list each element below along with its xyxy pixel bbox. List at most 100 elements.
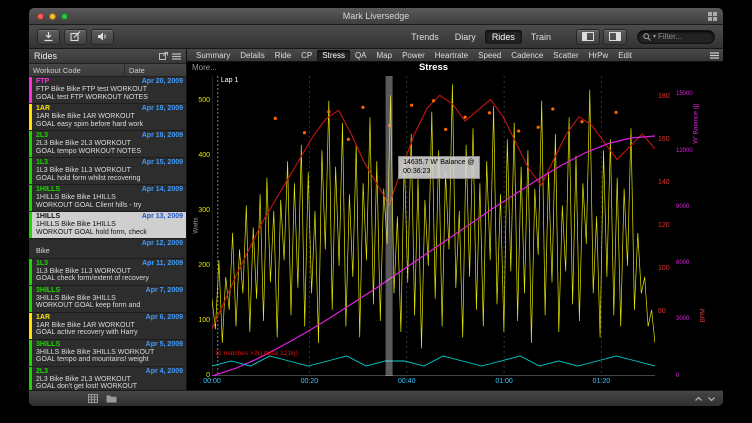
view-tab-rides[interactable]: Rides	[485, 30, 522, 44]
ride-entry[interactable]: 2L3Apr 18, 20092L3 Bike Bike 2L3 WORKOUT…	[29, 131, 186, 158]
analysis-tab-stress[interactable]: Stress	[317, 50, 350, 61]
axis-title-wbal: W' Balance (j)	[693, 94, 700, 154]
sidebar-left-icon	[582, 32, 594, 41]
analysis-tab-speed[interactable]: Speed	[473, 50, 506, 61]
ride-entry[interactable]: 1HILLSApr 14, 20091HILLS Bike Bike 1HILL…	[29, 185, 186, 212]
analysis-tabbar: SummaryDetailsRideCPStressQAMapPowerHear…	[187, 49, 723, 62]
ride-entry[interactable]: 1ARApr 19, 20091AR Bike Bike 1AR WORKOUT…	[29, 104, 186, 131]
power-tick-label: 300	[188, 207, 210, 214]
ride-entry[interactable]: 3HILLSApr 7, 20093HILLS Bike Bike 3HILLS…	[29, 286, 186, 313]
ride-description: FTP Bike Bike FTP test WORKOUT	[36, 86, 183, 94]
view-tab-train[interactable]: Train	[524, 30, 558, 44]
ride-date: Apr 4, 2009	[146, 368, 183, 376]
ride-code: 1HILLS	[36, 186, 60, 194]
toggle-sidebar-button[interactable]	[576, 29, 600, 45]
grid-view-icon[interactable]	[88, 394, 98, 403]
ride-color-bar	[29, 259, 32, 285]
view-tab-trends[interactable]: Trends	[404, 30, 446, 44]
search-scope-caret-icon[interactable]: ▾	[653, 33, 656, 40]
analysis-tab-qa[interactable]: QA	[350, 50, 372, 61]
ride-description: GOAL easy spim before hard work	[36, 121, 183, 129]
plot-canvas[interactable]	[212, 76, 655, 376]
sidebar-popout-icon[interactable]	[159, 52, 168, 60]
analysis-tab-hrpw[interactable]: HrPw	[584, 50, 614, 61]
ride-description: WORKOUT GOAL keep form and	[36, 302, 183, 310]
x-tick-label: 00:40	[392, 378, 422, 385]
column-workout-code[interactable]: Workout Code	[29, 64, 125, 76]
ride-entry[interactable]: 1HILLSApr 13, 20091HILLS Bike Bike 1HILL…	[29, 212, 186, 239]
analysis-tab-cadence[interactable]: Cadence	[506, 50, 548, 61]
download-icon	[43, 31, 54, 42]
sidebar: Rides Workout Code Date FTPApr 20, 2009F…	[29, 49, 187, 390]
ride-date: Apr 5, 2009	[146, 341, 183, 349]
ride-color-bar	[29, 104, 32, 130]
analysis-tab-edit[interactable]: Edit	[613, 50, 637, 61]
toggle-lowbar-button[interactable]	[603, 29, 627, 45]
titlebar[interactable]: Mark Liversedge	[29, 8, 723, 25]
x-tick-label: 01:20	[586, 378, 616, 385]
analysis-tab-cp[interactable]: CP	[296, 50, 317, 61]
sidebar-right-icon	[609, 32, 621, 41]
folder-icon[interactable]	[106, 394, 117, 403]
matches-annotation: 11 matches >2kj (total 121kj)	[215, 350, 298, 357]
toolbar-toggle-icon[interactable]	[708, 12, 717, 21]
filter-input[interactable]	[658, 32, 709, 41]
view-tab-diary[interactable]: Diary	[448, 30, 483, 44]
column-date[interactable]: Date	[125, 66, 186, 75]
window-title: Mark Liversedge	[29, 11, 723, 21]
power-tick-label: 500	[188, 97, 210, 104]
ride-code: 3HILLS	[36, 287, 60, 295]
ride-entry[interactable]: 1ARApr 6, 20091AR Bike Bike 1AR WORKOUTG…	[29, 313, 186, 340]
analysis-tab-details[interactable]: Details	[235, 50, 269, 61]
ride-description: 1L3 Bike Bike 1L3 WORKOUT	[36, 268, 183, 276]
analysis-tab-map[interactable]: Map	[372, 50, 398, 61]
ride-date: Apr 18, 2009	[142, 132, 183, 140]
analysis-tab-heartrate[interactable]: Heartrate	[430, 50, 473, 61]
x-tick-label: 00:00	[197, 378, 227, 385]
ride-code: 2L3	[36, 132, 48, 140]
ride-entry[interactable]: 2L3Apr 4, 20092L3 Bike Bike 2L3 WORKOUTG…	[29, 367, 186, 391]
manual-activity-button[interactable]	[64, 29, 87, 45]
ride-color-bar	[29, 367, 32, 391]
ride-date: Apr 20, 2009	[142, 78, 183, 86]
ride-code: 1L3	[36, 159, 48, 167]
ride-description: 1L3 Bike Bike 1L3 WORKOUT	[36, 167, 183, 175]
ride-color-bar	[29, 158, 32, 184]
ride-description: GOAL active recovery with Harry	[36, 329, 183, 337]
hr-tick-label: 100	[658, 265, 678, 272]
ride-description: 2L3 Bike Bike 2L3 WORKOUT	[36, 376, 183, 384]
analysis-tab-power[interactable]: Power	[397, 50, 430, 61]
ride-code: 1AR	[36, 105, 50, 113]
ride-color-bar	[29, 77, 32, 103]
analysis-area: SummaryDetailsRideCPStressQAMapPowerHear…	[187, 49, 723, 390]
ride-entry[interactable]: 3HILLSApr 5, 20093HILLS Bike Bike 3HILLS…	[29, 340, 186, 367]
sidebar-menu-icon[interactable]	[172, 53, 181, 60]
ride-description: 3HILLS Bike Bike 3HILLS WORKOUT	[36, 349, 183, 357]
ride-description: GOAL hold form whilst recovering	[36, 175, 183, 183]
download-activity-button[interactable]	[37, 29, 60, 45]
chart-menu-icon[interactable]	[710, 52, 719, 59]
ride-color-bar	[29, 313, 32, 339]
audio-button[interactable]	[91, 29, 114, 45]
analysis-tab-scatter[interactable]: Scatter	[548, 50, 583, 61]
hr-tick-label: 80	[658, 308, 678, 315]
ride-entry[interactable]: Apr 12, 2009Bike	[29, 239, 186, 259]
scroll-up-icon[interactable]	[694, 395, 703, 403]
ride-description: 1AR Bike Bike 1AR WORKOUT	[36, 322, 183, 330]
ride-entry[interactable]: FTP Apr 20, 2009FTP Bike Bike FTP test WO…	[29, 77, 186, 104]
compose-icon	[70, 31, 81, 42]
app-window: Mark Liversedge TrendsDiaryRidesTrain ▾	[29, 8, 723, 406]
stress-chart[interactable]: More... Stress Lap 1 Watts BPM W' Balanc…	[187, 62, 723, 390]
ride-entry[interactable]: 1L3Apr 11, 20091L3 Bike Bike 1L3 WORKOUT…	[29, 259, 186, 286]
filter-box[interactable]: ▾	[637, 30, 715, 44]
analysis-tab-summary[interactable]: Summary	[191, 50, 235, 61]
ride-description: GOAL test FTP WORKOUT NOTES	[36, 94, 183, 102]
power-tick-label: 200	[188, 262, 210, 269]
ride-list-header: Workout Code Date	[29, 64, 186, 77]
ride-entry[interactable]: 1L3Apr 15, 20091L3 Bike Bike 1L3 WORKOUT…	[29, 158, 186, 185]
ride-code: FTP	[36, 78, 49, 86]
analysis-tab-ride[interactable]: Ride	[270, 50, 296, 61]
speaker-icon	[97, 31, 108, 42]
wbal-tick-label: 15000	[676, 91, 702, 97]
scroll-down-icon[interactable]	[707, 395, 716, 403]
